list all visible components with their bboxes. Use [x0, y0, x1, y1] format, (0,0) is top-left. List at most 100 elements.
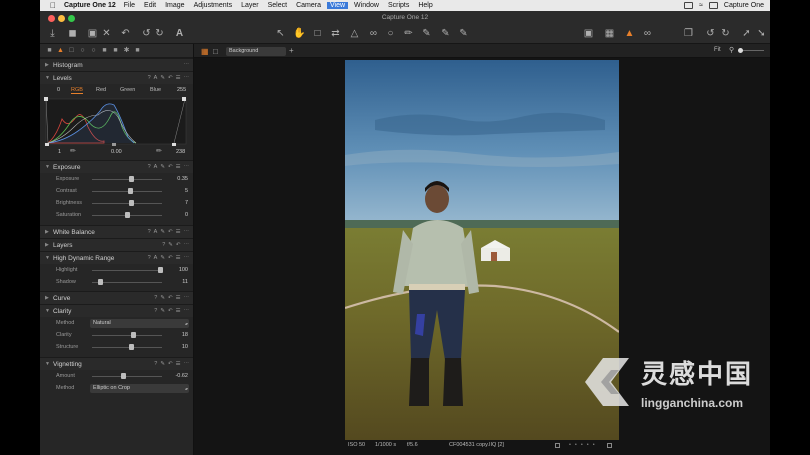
menu-select[interactable]: Select — [268, 2, 287, 9]
tool-hdr-header[interactable]: ▼ High Dynamic Range ? A ✎ ↶ ☰ ⋯ — [40, 251, 193, 264]
expand-arrow-icon[interactable]: ▶ — [45, 242, 53, 248]
menu-icon[interactable]: ⋯ — [184, 255, 190, 261]
variant-select[interactable]: Background — [226, 47, 286, 56]
slider-thumb[interactable] — [128, 200, 134, 206]
slider-thumb[interactable] — [97, 279, 103, 285]
slider-track[interactable] — [92, 270, 162, 271]
lens-tab-icon[interactable]: □ — [68, 47, 75, 54]
eyedropper-white-icon[interactable]: ✏ — [156, 147, 162, 155]
presets-icon[interactable]: ☰ — [176, 75, 181, 81]
keystone-tool-icon[interactable]: △ — [349, 28, 360, 39]
rating-dots[interactable]: ••••• — [569, 442, 599, 448]
tool-white-balance-header[interactable]: ▶ White Balance ? A ✎ ↶ ☰ ⋯ — [40, 225, 193, 238]
display-icon[interactable] — [684, 2, 694, 9]
redo-icon[interactable]: ↻ — [154, 28, 165, 39]
slider-value[interactable]: 11 — [166, 279, 188, 285]
tool-histogram-header[interactable]: ▶ Histogram ⋯ — [40, 58, 193, 71]
reset-icon[interactable]: ↶ — [168, 229, 173, 235]
tool-vignetting-header[interactable]: ▼ Vignetting ? ✎ ↶ ☰ ⋯ — [40, 357, 193, 370]
copy-icon[interactable]: ✎ — [160, 229, 165, 235]
slider-track[interactable] — [92, 335, 162, 336]
capture-icon[interactable]: ◼ — [67, 28, 78, 39]
slider-thumb[interactable] — [127, 188, 133, 194]
proof-glasses-icon[interactable]: ∞ — [642, 28, 653, 39]
menu-view[interactable]: View — [326, 2, 349, 9]
reset-icon[interactable]: ↶ — [168, 308, 173, 314]
local-adjustments-tab-icon[interactable]: ■ — [101, 47, 108, 54]
settings-tab-icon[interactable]: ✱ — [123, 47, 130, 54]
menu-icon[interactable]: ⋯ — [184, 295, 190, 301]
camera-icon[interactable]: ▣ — [87, 28, 98, 39]
metadata-tab-icon[interactable]: ■ — [112, 47, 119, 54]
spot-tool-icon[interactable]: ∞ — [368, 28, 379, 39]
help-icon[interactable]: ? — [148, 229, 151, 235]
help-icon[interactable]: ? — [154, 295, 157, 301]
expand-arrow-icon[interactable]: ▶ — [45, 295, 53, 301]
draw-mask-tool-icon[interactable]: ✎ — [421, 28, 432, 39]
brush-tool-icon[interactable]: ✏ — [403, 28, 414, 39]
copy-icon[interactable]: ✎ — [160, 75, 165, 81]
pan-tool-icon[interactable]: ✋ — [293, 28, 305, 39]
presets-icon[interactable]: ☰ — [176, 164, 181, 170]
battery-icon[interactable] — [708, 2, 718, 9]
zoom-label[interactable]: Fit — [714, 47, 721, 53]
auto-icon[interactable]: A — [154, 75, 158, 81]
slider-track[interactable] — [92, 203, 162, 204]
picker-tool-icon[interactable]: ○ — [385, 28, 396, 39]
help-icon[interactable]: ? — [162, 242, 165, 248]
slider-value[interactable]: 0.35 — [166, 176, 188, 182]
menu-help[interactable]: Help — [418, 2, 432, 9]
tool-levels-header[interactable]: ▼ Levels ? A ✎ ↶ ☰ ⋯ — [40, 71, 193, 84]
presets-icon[interactable]: ☰ — [176, 295, 181, 301]
grid-layout-icon[interactable]: ▦ — [201, 47, 209, 56]
menu-layer[interactable]: Layer — [241, 2, 259, 9]
pointer-tool-icon[interactable]: ↖ — [275, 28, 286, 39]
presets-icon[interactable]: ☰ — [176, 361, 181, 367]
zoom-slider-thumb[interactable] — [738, 48, 743, 53]
erase-mask-tool-icon[interactable]: ✎ — [440, 28, 451, 39]
reset-icon[interactable]: ↶ — [168, 295, 173, 301]
menu-window[interactable]: Window — [354, 2, 379, 9]
levels-midpoint[interactable]: 0.00 — [111, 149, 122, 155]
channel-red[interactable]: Red — [96, 87, 106, 93]
slider-value[interactable]: 100 — [166, 267, 188, 273]
menu-icon[interactable]: ⋯ — [184, 308, 190, 314]
slider-thumb[interactable] — [157, 267, 163, 273]
gradient-mask-tool-icon[interactable]: ✎ — [458, 28, 469, 39]
help-icon[interactable]: ? — [148, 164, 151, 170]
slider-value[interactable]: -0.62 — [166, 373, 188, 379]
select-checkbox[interactable] — [555, 443, 560, 448]
rotate-right-icon[interactable]: ↻ — [720, 28, 731, 39]
color-tag-box[interactable] — [607, 443, 612, 448]
exposure-warning-icon[interactable]: ▲ — [624, 28, 635, 39]
loupe-view-icon[interactable]: ▣ — [583, 28, 594, 39]
expand-arrow-icon[interactable]: ▶ — [45, 62, 53, 68]
exposure-tab-icon[interactable]: ▲ — [57, 47, 64, 54]
apple-icon[interactable]:  — [50, 1, 58, 10]
collapse-arrow-icon[interactable]: ▼ — [45, 255, 53, 261]
grid-view-icon[interactable]: ▦ — [604, 28, 615, 39]
tool-layers-header[interactable]: ▶ Layers ? ✎ ↶ ⋯ — [40, 238, 193, 251]
menu-icon[interactable]: ⋯ — [184, 164, 190, 170]
help-icon[interactable]: ? — [148, 255, 151, 261]
slider-value[interactable]: 7 — [166, 200, 188, 206]
menu-icon[interactable]: ⋯ — [184, 229, 190, 235]
menu-icon[interactable]: ⋯ — [184, 242, 190, 248]
presets-icon[interactable]: ☰ — [176, 308, 181, 314]
rotate-left-icon[interactable]: ↺ — [705, 28, 716, 39]
tool-clarity-header[interactable]: ▼ Clarity ? ✎ ↶ ☰ ⋯ — [40, 304, 193, 317]
tool-exposure-header[interactable]: ▼ Exposure ? A ✎ ↶ ☰ ⋯ — [40, 160, 193, 173]
wifi-icon[interactable]: ≈ — [699, 2, 703, 9]
pick-adjustments-icon[interactable]: ➘ — [756, 28, 767, 39]
menu-icon[interactable]: ⋯ — [184, 75, 190, 81]
menu-app-name[interactable]: Capture One 12 — [64, 2, 116, 9]
collapse-arrow-icon[interactable]: ▼ — [45, 75, 53, 81]
channel-rgb[interactable]: RGB — [71, 87, 83, 94]
levels-input-min[interactable]: 0 — [57, 87, 60, 93]
copy-icon[interactable]: ✎ — [160, 308, 165, 314]
slider-track[interactable] — [92, 347, 162, 348]
menu-file[interactable]: File — [124, 2, 135, 9]
slider-value[interactable]: 0 — [166, 212, 188, 218]
apply-adjustments-icon[interactable]: ➚ — [741, 28, 752, 39]
collapse-arrow-icon[interactable]: ▼ — [45, 164, 53, 170]
